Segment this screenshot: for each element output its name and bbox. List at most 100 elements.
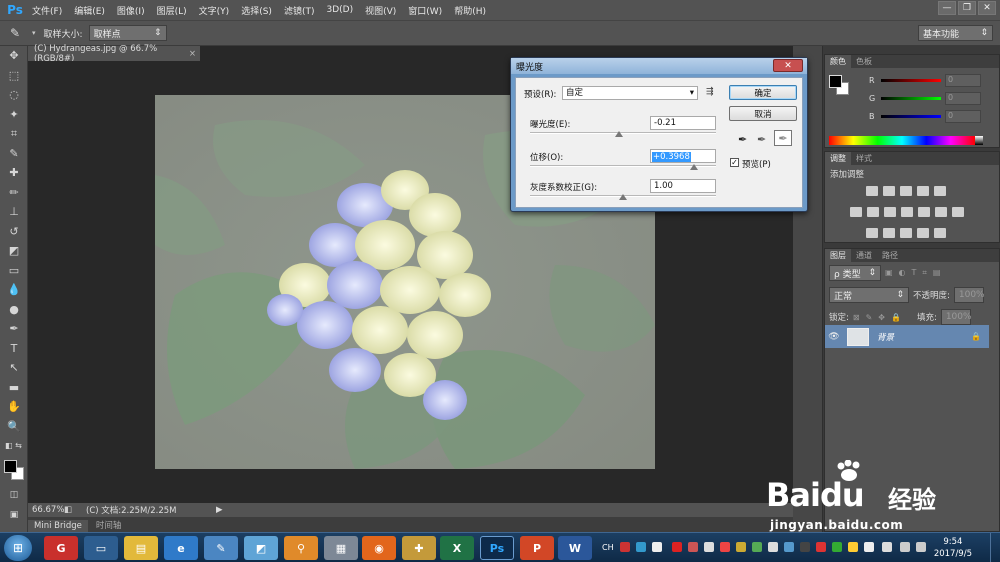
layer-visibility-eye-icon[interactable]: 👁 — [825, 332, 843, 342]
tray-icon-14[interactable] — [832, 542, 842, 552]
document-tab[interactable]: (C) Hydrangeas.jpg @ 66.7%(RGB/8#) × — [28, 44, 200, 64]
menu-edit[interactable]: 编辑(E) — [68, 4, 111, 17]
cancel-button[interactable]: 取消 — [729, 106, 797, 121]
taskbar-app-firefox-icon[interactable]: ◉ — [362, 536, 396, 560]
levels-icon[interactable] — [882, 186, 895, 196]
tab-mini-bridge[interactable]: Mini Bridge — [28, 520, 88, 532]
dodge-tool-icon[interactable]: ● — [0, 300, 28, 320]
tray-icon-3[interactable] — [652, 542, 662, 552]
clone-stamp-tool-icon[interactable]: ⊥ — [0, 202, 28, 222]
black-white-icon[interactable] — [883, 207, 896, 217]
menu-view[interactable]: 视图(V) — [359, 4, 402, 17]
marquee-tool-icon[interactable]: ⬚ — [0, 66, 28, 86]
menu-window[interactable]: 窗口(W) — [402, 4, 448, 17]
blur-tool-icon[interactable]: 💧 — [0, 280, 28, 300]
opacity-input[interactable]: 100% — [953, 287, 985, 303]
path-select-tool-icon[interactable]: ↖ — [0, 358, 28, 378]
fill-input[interactable]: 100% — [940, 309, 972, 325]
crop-tool-icon[interactable]: ⌗ — [0, 124, 28, 144]
tray-icon-7[interactable] — [720, 542, 730, 552]
tab-channels[interactable]: 通道 — [851, 249, 877, 262]
offset-input[interactable]: +0.3968 — [650, 149, 716, 163]
taskbar-app-window-icon[interactable]: ◩ — [244, 536, 278, 560]
gamma-input[interactable]: 1.00 — [650, 179, 716, 193]
selective-color-icon[interactable] — [916, 228, 929, 238]
layer-name[interactable]: 背景 — [877, 331, 894, 343]
preset-select[interactable]: 自定 ▾ — [562, 86, 698, 100]
quick-mask-icon[interactable]: ◫ — [0, 486, 28, 506]
green-slider[interactable] — [881, 96, 941, 100]
taskbar-app-remote-icon[interactable]: ▭ — [84, 536, 118, 560]
taskbar-app-paint-icon[interactable]: ✎ — [204, 536, 238, 560]
red-slider-row[interactable]: R 0 — [825, 71, 999, 89]
fg-bg-swatch[interactable] — [829, 75, 851, 97]
tray-icon-4[interactable] — [672, 542, 682, 552]
tab-color[interactable]: 颜色 — [825, 55, 851, 68]
rectangle-tool-icon[interactable]: ▬ — [0, 378, 28, 398]
tray-icon-12[interactable] — [800, 542, 810, 552]
exposure-input[interactable]: -0.21 — [650, 116, 716, 130]
ok-button[interactable]: 确定 — [729, 85, 797, 100]
foreground-color-swatch[interactable] — [4, 459, 17, 473]
status-menu-icon[interactable]: ◧ — [64, 505, 76, 515]
menu-select[interactable]: 选择(S) — [235, 4, 278, 17]
taskbar-app-calculator-icon[interactable]: ▦ — [324, 536, 358, 560]
gamma-slider-thumb[interactable] — [619, 194, 627, 200]
taskbar-app-browser-icon[interactable]: G — [44, 536, 78, 560]
taskbar-app-explorer-icon[interactable]: ▤ — [124, 536, 158, 560]
quick-select-tool-icon[interactable]: ✦ — [0, 105, 28, 125]
menu-filter[interactable]: 滤镜(T) — [278, 4, 321, 17]
type-tool-icon[interactable]: T — [0, 339, 28, 359]
curves-icon[interactable] — [899, 186, 912, 196]
status-arrow-icon[interactable]: ▶ — [216, 505, 223, 515]
red-value[interactable]: 0 — [945, 73, 981, 87]
tab-layers[interactable]: 图层 — [825, 249, 851, 262]
layer-filter-icons[interactable]: ▣◐T⌗▤ — [885, 268, 947, 278]
exposure-icon[interactable] — [916, 186, 929, 196]
tray-icon-15[interactable] — [848, 542, 858, 552]
vibrance-icon[interactable] — [933, 186, 946, 196]
tab-adjustments[interactable]: 调整 — [825, 152, 851, 165]
zoom-tool-icon[interactable]: 🔍 — [0, 417, 28, 437]
tray-icon-10[interactable] — [768, 542, 778, 552]
dialog-close-button[interactable]: ✕ — [773, 59, 803, 72]
color-swatches[interactable] — [0, 456, 27, 486]
eraser-tool-icon[interactable]: ◩ — [0, 241, 28, 261]
exposure-slider-thumb[interactable] — [615, 131, 624, 137]
close-window-button[interactable]: ✕ — [978, 1, 996, 15]
close-tab-icon[interactable]: × — [189, 49, 196, 59]
blue-value[interactable]: 0 — [945, 109, 981, 123]
tray-icon-13[interactable] — [816, 542, 826, 552]
blue-slider-row[interactable]: B 0 — [825, 107, 999, 125]
taskbar-app-tool-icon[interactable]: ✚ — [402, 536, 436, 560]
lock-icons[interactable]: ⊠✎✥🔒 — [853, 313, 907, 322]
brush-tool-icon[interactable]: ✏ — [0, 183, 28, 203]
eyedropper-tool-icon[interactable]: ✎ — [0, 144, 28, 164]
dialog-title-bar[interactable]: 曝光度 — [511, 58, 807, 74]
show-desktop-button[interactable] — [990, 533, 1000, 562]
offset-slider-thumb[interactable] — [689, 164, 698, 170]
pen-tool-icon[interactable]: ✒ — [0, 319, 28, 339]
language-indicator[interactable]: CH — [602, 543, 614, 552]
history-brush-tool-icon[interactable]: ↺ — [0, 222, 28, 242]
channel-mixer-icon[interactable] — [917, 207, 930, 217]
white-point-eyedropper-icon[interactable]: ✒ — [774, 130, 792, 146]
hand-tool-icon[interactable]: ✋ — [0, 397, 28, 417]
taskbar-app-ie-icon[interactable]: e — [164, 536, 198, 560]
tray-icon-1[interactable] — [620, 542, 630, 552]
color-balance-icon[interactable] — [866, 207, 879, 217]
eyedropper-tool-icon[interactable]: ✎ — [10, 26, 32, 40]
tray-icon-6[interactable] — [704, 542, 714, 552]
minimize-button[interactable]: — — [938, 1, 956, 15]
taskbar-app-word-icon[interactable]: W — [558, 536, 592, 560]
blue-slider[interactable] — [881, 114, 941, 118]
posterize-icon[interactable] — [882, 228, 895, 238]
zoom-level[interactable]: 66.67% — [28, 505, 64, 515]
tab-paths[interactable]: 路径 — [877, 249, 903, 262]
tool-preset-dropdown-icon[interactable]: ▾ — [32, 29, 36, 37]
taskbar-app-photoshop-icon[interactable]: Ps — [480, 536, 514, 560]
red-slider[interactable] — [881, 78, 941, 82]
tab-timeline[interactable]: 时间轴 — [89, 518, 128, 532]
brightness-contrast-icon[interactable] — [865, 186, 878, 196]
black-point-eyedropper-icon[interactable]: ✒ — [738, 133, 747, 146]
